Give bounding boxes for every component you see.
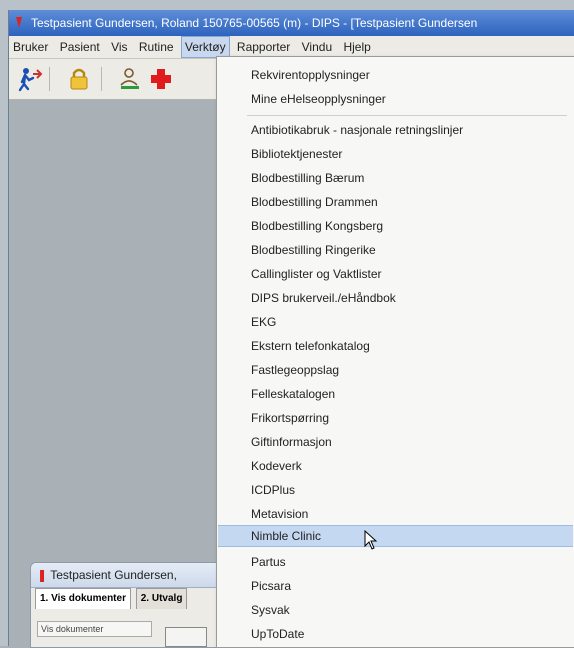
- menu-item-icdplus[interactable]: ICDPlus: [218, 479, 573, 501]
- menu-item-kodeverk[interactable]: Kodeverk: [218, 455, 573, 477]
- menu-item-dips-brukerveil[interactable]: DIPS brukerveil./eHåndbok: [218, 287, 573, 309]
- menu-item-ekg[interactable]: EKG: [218, 311, 573, 333]
- red-cross-icon[interactable]: [147, 65, 175, 93]
- menu-pasient[interactable]: Pasient: [56, 36, 104, 58]
- menu-item-picsara[interactable]: Picsara: [218, 575, 573, 597]
- menu-item-rekvirentopplysninger[interactable]: Rekvirentopplysninger: [218, 64, 573, 86]
- menu-separator: [247, 115, 567, 116]
- toolbar-separator: [49, 67, 50, 91]
- menu-hjelp[interactable]: Hjelp: [339, 36, 374, 58]
- menu-item-mine-ehelseopplysninger[interactable]: Mine eHelseopplysninger: [218, 88, 573, 110]
- subwindow-title: Testpasient Gundersen,: [50, 568, 177, 582]
- menu-item-giftinformasjon[interactable]: Giftinformasjon: [218, 431, 573, 453]
- menu-item-blodbestilling-drammen[interactable]: Blodbestilling Drammen: [218, 191, 573, 213]
- menu-item-felleskatalogen[interactable]: Felleskatalogen: [218, 383, 573, 405]
- menu-item-fastlegeoppslag[interactable]: Fastlegeoppslag: [218, 359, 573, 381]
- mouse-cursor-icon: [364, 530, 378, 550]
- menu-rapporter[interactable]: Rapporter: [233, 36, 294, 58]
- lock-icon[interactable]: [65, 65, 93, 93]
- menu-vis[interactable]: Vis: [107, 36, 131, 58]
- menu-rutine[interactable]: Rutine: [135, 36, 178, 58]
- toolbar-separator: [101, 67, 102, 91]
- subwindow-control[interactable]: [165, 627, 207, 647]
- menu-item-blodbestilling-kongsberg[interactable]: Blodbestilling Kongsberg: [218, 215, 573, 237]
- title-bar[interactable]: Testpasient Gundersen, Roland 150765-005…: [9, 10, 574, 36]
- menu-item-frikortsporring[interactable]: Frikortspørring: [218, 407, 573, 429]
- vis-dokumenter-field[interactable]: Vis dokumenter: [37, 621, 152, 637]
- menu-item-callinglister[interactable]: Callinglister og Vaktlister: [218, 263, 573, 285]
- menu-item-bibliotektjenester[interactable]: Bibliotektjenester: [218, 143, 573, 165]
- tab-vis-dokumenter[interactable]: 1. Vis dokumenter: [35, 588, 131, 609]
- patient-subwindow[interactable]: ❚ Testpasient Gundersen, 1. Vis dokument…: [30, 562, 222, 648]
- menu-item-ekstern-telefonkatalog[interactable]: Ekstern telefonkatalog: [218, 335, 573, 357]
- menu-vindu[interactable]: Vindu: [298, 36, 336, 58]
- menu-item-blodbestilling-baerum[interactable]: Blodbestilling Bærum: [218, 167, 573, 189]
- menu-item-metavision[interactable]: Metavision: [218, 503, 573, 525]
- window-title: Testpasient Gundersen, Roland 150765-005…: [31, 16, 478, 30]
- menu-item-uptodate[interactable]: UpToDate: [218, 623, 573, 645]
- user-edit-icon[interactable]: [117, 65, 145, 93]
- menu-bruker[interactable]: Bruker: [9, 36, 52, 58]
- menu-verktoy[interactable]: Verktøy: [180, 36, 230, 58]
- menu-item-sysvak[interactable]: Sysvak: [218, 599, 573, 621]
- verktoy-dropdown-menu: Rekvirentopplysninger Mine eHelseopplysn…: [216, 56, 574, 648]
- subwindow-title-bar[interactable]: ❚ Testpasient Gundersen,: [31, 563, 221, 588]
- subwindow-tabs: 1. Vis dokumenter 2. Utvalg: [31, 588, 221, 609]
- menu-item-antibiotikabruk[interactable]: Antibiotikabruk - nasjonale retningslinj…: [218, 119, 573, 141]
- menu-item-blodbestilling-ringerike[interactable]: Blodbestilling Ringerike: [218, 239, 573, 261]
- tab-utvalg[interactable]: 2. Utvalg: [135, 588, 188, 609]
- person-run-icon[interactable]: [15, 65, 43, 93]
- menu-item-nimble-clinic[interactable]: Nimble Clinic: [218, 525, 573, 547]
- dips-app-icon: [16, 17, 22, 28]
- dips-app-icon: ❚: [37, 568, 48, 582]
- menu-item-partus[interactable]: Partus: [218, 551, 573, 573]
